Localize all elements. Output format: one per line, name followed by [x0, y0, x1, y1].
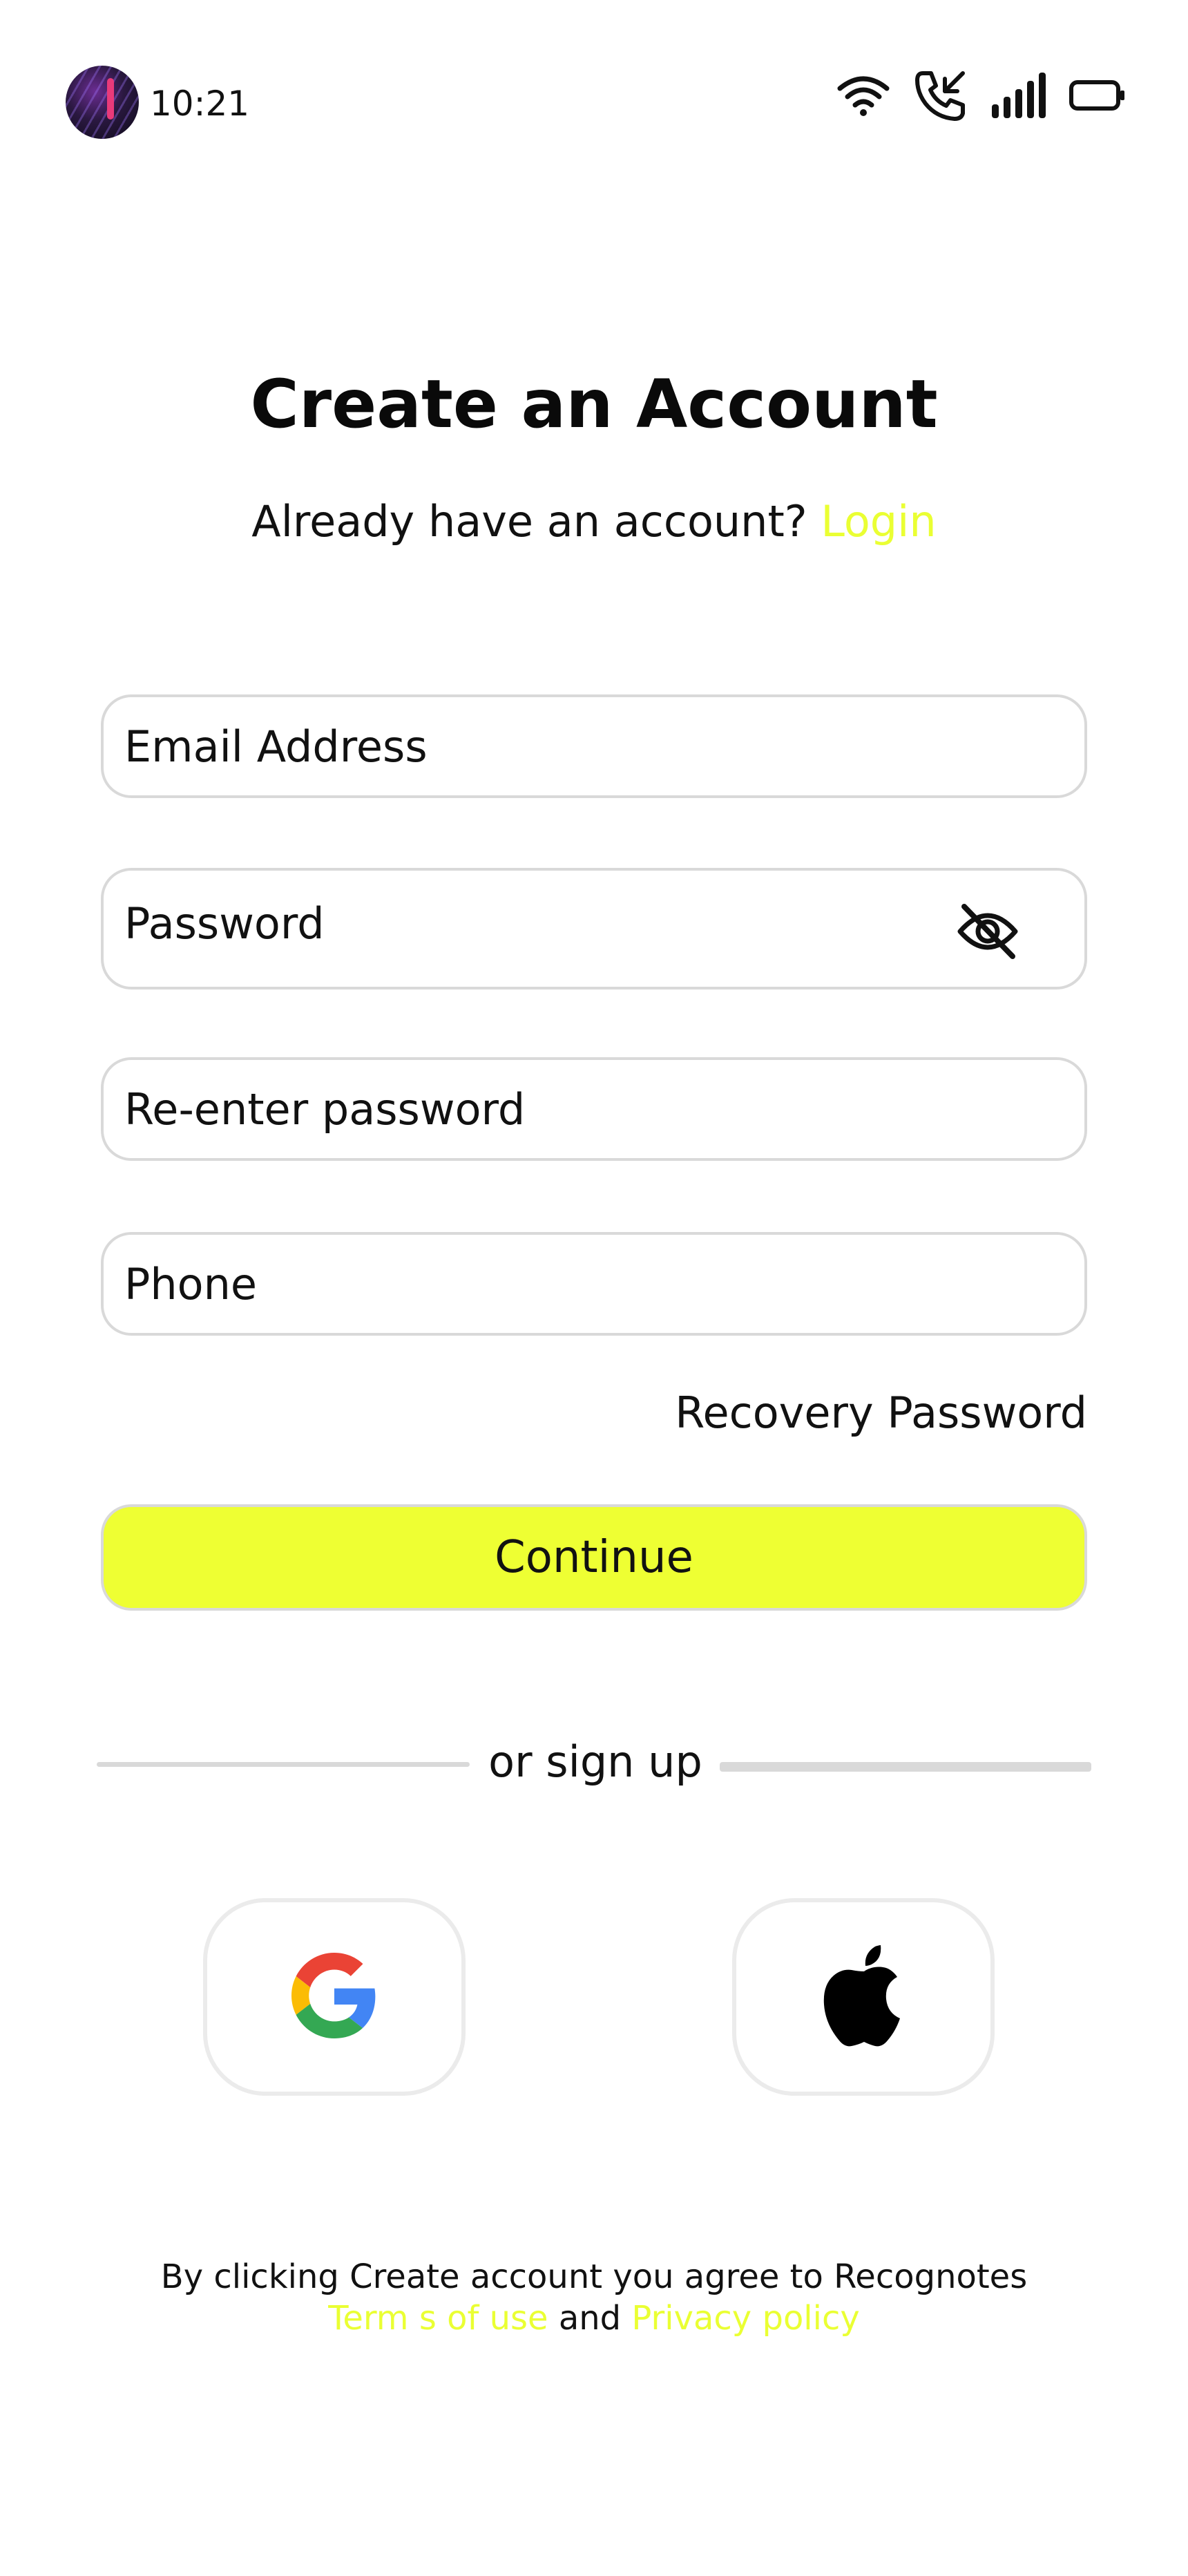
apple-sign-up-button[interactable]: [732, 1898, 995, 2096]
privacy-policy-link[interactable]: Privacy policy: [631, 2299, 859, 2338]
phone-placeholder: Phone: [124, 1258, 258, 1309]
login-link[interactable]: Login: [821, 496, 936, 547]
terms-line1: By clicking Create account you agree to …: [160, 2257, 1028, 2296]
avatar[interactable]: [66, 66, 139, 139]
wifi-icon: [836, 73, 891, 117]
page-title: Create an Account: [250, 366, 938, 443]
terms-notice: By clicking Create account you agree to …: [0, 2256, 1188, 2339]
google-icon: [291, 1953, 377, 2041]
incoming-call-icon: [913, 68, 968, 123]
battery-icon: [1069, 79, 1126, 112]
continue-label: Continue: [495, 1532, 693, 1583]
apple-icon: [818, 1944, 908, 2050]
phone-field[interactable]: Phone: [101, 1232, 1087, 1336]
email-placeholder: Email Address: [124, 721, 428, 772]
password-placeholder: Password: [124, 898, 325, 949]
terms-and-text: and: [558, 2299, 622, 2338]
password-field[interactable]: Password: [101, 868, 1087, 989]
status-time: 10:21: [150, 84, 250, 124]
login-prompt-text: Already have an account?: [251, 496, 807, 547]
divider-right: [720, 1762, 1091, 1772]
login-prompt: Already have an account? Login: [0, 491, 1188, 553]
recovery-password-link[interactable]: Recovery Password: [675, 1382, 1087, 1444]
status-bar: 10:21: [0, 0, 1188, 207]
email-field[interactable]: Email Address: [101, 694, 1087, 798]
eye-off-icon[interactable]: [956, 902, 1019, 971]
terms-line2: Term s of use and Privacy policy: [0, 2298, 1188, 2339]
reenter-password-field[interactable]: Re-enter password: [101, 1057, 1087, 1161]
continue-button[interactable]: Continue: [101, 1504, 1087, 1611]
reenter-password-placeholder: Re-enter password: [124, 1083, 526, 1135]
or-sign-up-label: or sign up: [488, 1736, 702, 1787]
terms-of-use-link[interactable]: Term s of use: [328, 2299, 548, 2338]
signal-icon: [990, 71, 1047, 120]
google-sign-up-button[interactable]: [203, 1898, 466, 2096]
divider-left: [97, 1762, 470, 1767]
status-icons: [836, 68, 1126, 123]
